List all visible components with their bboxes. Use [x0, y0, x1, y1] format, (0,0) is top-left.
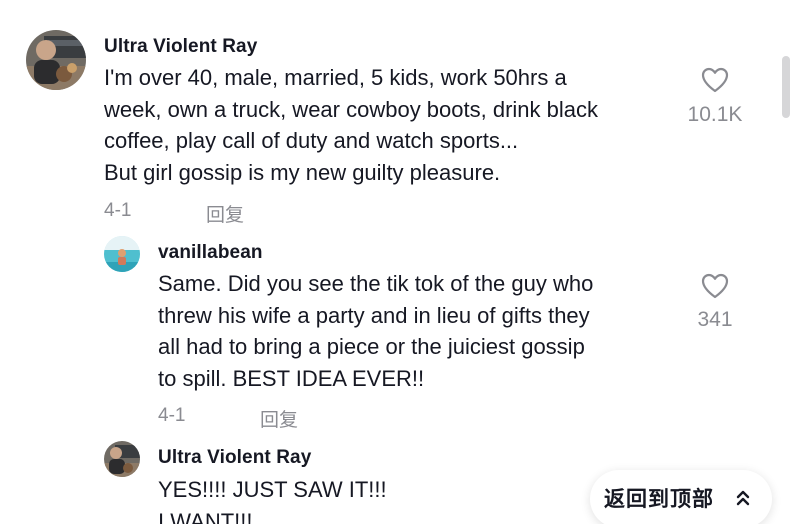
comment-text-line: I WANT!!! [158, 508, 253, 524]
comment-username[interactable]: Ultra Violent Ray [104, 36, 257, 58]
reply-button[interactable]: 回复 [206, 200, 244, 227]
heart-icon [701, 67, 729, 93]
like-button[interactable] [701, 67, 729, 93]
double-chevron-up-icon [735, 489, 751, 507]
comment-text-line: threw his wife a party and in lieu of gi… [158, 302, 590, 328]
comment-text-line: week, own a truck, wear cowboy boots, dr… [104, 96, 599, 122]
scrollbar-thumb[interactable] [782, 56, 790, 118]
avatar[interactable] [104, 236, 140, 272]
comment-text: YES!!!! JUST SAW IT!!! I WANT!!! [158, 474, 387, 524]
comment-username[interactable]: vanillabean [158, 242, 263, 264]
back-to-top-label: 返回到顶部 [604, 488, 714, 511]
comment-text-line: coffee, play call of duty and watch spor… [104, 128, 519, 153]
like-button[interactable] [701, 273, 729, 299]
comment-date: 4-1 [158, 405, 186, 426]
comment-text-line: I'm over 40, male, married, 5 kids, work… [104, 65, 567, 90]
back-to-top-button[interactable]: 返回到顶部 [590, 470, 772, 524]
comment-text-line: to spill. BEST IDEA EVER!! [158, 365, 425, 391]
like-count: 10.1K [687, 103, 743, 126]
comment-text: I'm over 40, male, married, 5 kids, work… [104, 62, 598, 188]
comment-text-line: But girl gossip is my new guilty pleasur… [104, 159, 501, 185]
comment-text-line: all had to bring a piece or the juiciest… [158, 334, 585, 359]
comment-text-line: YES!!!! JUST SAW IT!!! [158, 477, 387, 502]
avatar[interactable] [104, 441, 140, 477]
profile-photo-man-icon [104, 441, 140, 477]
comment-username[interactable]: Ultra Violent Ray [158, 447, 311, 469]
comments-panel: Ultra Violent Ray I'm over 40, male, mar… [0, 0, 793, 524]
reply-button[interactable]: 回复 [260, 405, 298, 432]
comment-date: 4-1 [104, 200, 132, 221]
profile-photo-man-icon [26, 30, 86, 90]
like-count: 341 [697, 308, 733, 331]
profile-photo-beach-icon [104, 236, 140, 272]
heart-icon [701, 273, 729, 299]
comment-text-line: Same. Did you see the tik tok of the guy… [158, 271, 594, 296]
avatar[interactable] [26, 30, 86, 90]
comment-text: Same. Did you see the tik tok of the guy… [158, 268, 593, 394]
